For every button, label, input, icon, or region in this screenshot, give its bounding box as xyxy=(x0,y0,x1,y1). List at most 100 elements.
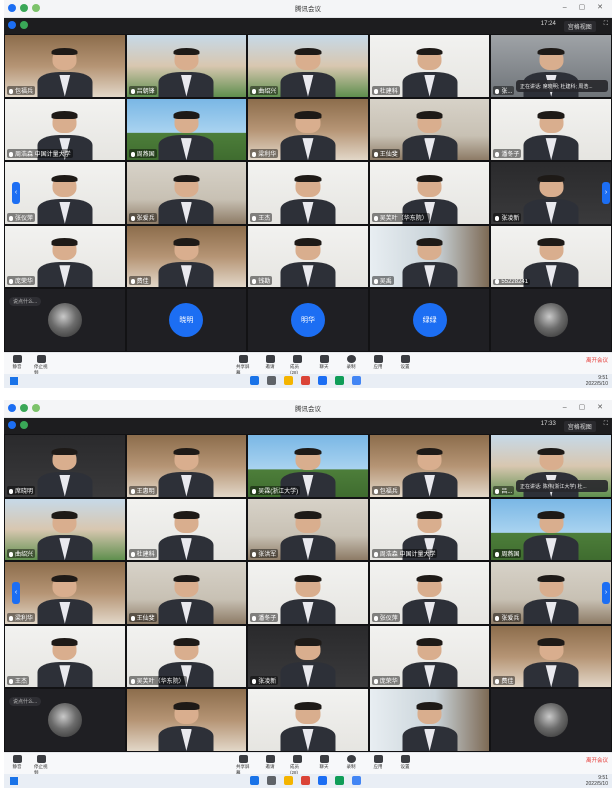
video-tile[interactable]: 王杰 xyxy=(5,625,125,688)
video-tile[interactable]: 吴禹 xyxy=(369,225,490,288)
video-tile[interactable]: 张洪军 xyxy=(248,498,368,561)
video-tile[interactable]: 王杰 xyxy=(248,162,368,224)
video-tile[interactable]: 王仙斐 xyxy=(369,98,490,161)
mute-button[interactable]: 静音 xyxy=(10,755,24,776)
system-tray[interactable]: 9:51 2022/5/10 xyxy=(586,775,608,787)
file-explorer-icon[interactable] xyxy=(284,376,293,385)
video-tile[interactable]: 杜建科 xyxy=(126,498,247,561)
chat-input[interactable]: 说点什么... xyxy=(9,297,42,307)
avatar-tile[interactable] xyxy=(491,689,611,751)
video-tile[interactable] xyxy=(369,689,490,751)
avatar-tile[interactable] xyxy=(491,289,611,351)
app-icon[interactable] xyxy=(335,776,344,785)
start-icon[interactable] xyxy=(10,777,18,785)
video-tile[interactable]: 曲绍兴 xyxy=(5,498,125,561)
video-tile[interactable]: 张爱兵 xyxy=(126,162,247,224)
mute-button[interactable]: 静音 xyxy=(10,355,24,376)
previous-page-button[interactable]: ‹ xyxy=(12,182,20,204)
video-tile[interactable]: 潘冬子 xyxy=(248,562,368,624)
search-icon[interactable] xyxy=(267,776,276,785)
avatar-tile[interactable]: 说点什么... xyxy=(5,289,125,351)
file-explorer-icon[interactable] xyxy=(284,776,293,785)
stop-video-button[interactable]: 停止视频 xyxy=(34,355,48,376)
video-tile[interactable]: 曲绍兴 xyxy=(248,35,368,97)
fullscreen-icon[interactable]: ⛶ xyxy=(604,21,608,32)
invite-button[interactable]: 邀请 xyxy=(263,755,277,776)
app-icon[interactable] xyxy=(335,376,344,385)
video-tile[interactable]: 张爱兵 xyxy=(491,562,611,624)
system-tray[interactable]: 9:51 2022/5/10 xyxy=(586,375,608,387)
next-page-button[interactable]: › xyxy=(602,182,610,204)
video-tile[interactable]: 吴霖(浙江大学) xyxy=(248,435,368,497)
search-icon[interactable] xyxy=(267,376,276,385)
video-tile[interactable]: 吴芙叶（华东院） xyxy=(126,625,247,688)
tencent-meeting-icon[interactable] xyxy=(318,376,327,385)
video-tile[interactable]: 杜建科 xyxy=(369,35,490,97)
apps-button[interactable]: 应用 xyxy=(371,755,385,776)
mail-icon[interactable] xyxy=(352,776,361,785)
apps-button[interactable]: 应用 xyxy=(371,355,385,376)
video-tile[interactable]: 庞荣华 xyxy=(5,225,125,288)
avatar-tile[interactable]: 绿绿 xyxy=(369,289,490,351)
video-tile[interactable]: 张仪萍 xyxy=(5,162,125,224)
window-controls[interactable]: – ▢ ✕ xyxy=(563,403,608,411)
avatar-tile[interactable]: 说点什么... xyxy=(5,689,125,751)
video-tile[interactable]: 梁利华 xyxy=(5,562,125,624)
previous-page-button[interactable]: ‹ xyxy=(12,582,20,604)
share-screen-button[interactable]: 共享屏幕 xyxy=(236,755,250,776)
mail-icon[interactable] xyxy=(352,376,361,385)
video-tile[interactable]: 费佳 xyxy=(491,625,611,688)
avatar-tile[interactable]: 明华 xyxy=(248,289,368,351)
record-button[interactable]: 录制 xyxy=(344,755,358,776)
windows-logo-icon[interactable] xyxy=(250,376,259,385)
chat-button[interactable]: 聊天 xyxy=(317,755,331,776)
leave-meeting-button[interactable]: 离开会议 xyxy=(586,756,608,764)
settings-button[interactable]: 设置 xyxy=(398,355,412,376)
members-button[interactable]: 成员(28) xyxy=(290,355,304,376)
gallery-view-button[interactable]: 宫格视图 xyxy=(563,421,596,432)
next-page-button[interactable]: › xyxy=(602,582,610,604)
video-tile[interactable]: 费佳 xyxy=(126,225,247,288)
video-tile[interactable]: 周燕国 xyxy=(126,98,247,161)
video-tile[interactable]: 张凌新 xyxy=(491,162,611,224)
video-tile[interactable] xyxy=(126,689,247,751)
window-controls[interactable]: – ▢ ✕ xyxy=(563,3,608,11)
video-tile[interactable]: 包福兵 xyxy=(5,35,125,97)
video-tile[interactable]: 王仙斐 xyxy=(126,562,247,624)
invite-button[interactable]: 邀请 xyxy=(263,355,277,376)
chat-button[interactable]: 聊天 xyxy=(317,355,331,376)
video-tile[interactable]: 吕朝锋 xyxy=(126,35,247,97)
browser-icon[interactable] xyxy=(301,376,310,385)
shield-icon[interactable] xyxy=(20,21,28,29)
leave-meeting-button[interactable]: 离开会议 xyxy=(586,356,608,364)
stop-video-button[interactable]: 停止视频 xyxy=(34,755,48,776)
video-tile[interactable]: 潘冬子 xyxy=(491,98,611,161)
tencent-meeting-icon[interactable] xyxy=(318,776,327,785)
info-icon[interactable] xyxy=(8,21,16,29)
windows-logo-icon[interactable] xyxy=(250,776,259,785)
info-icon[interactable] xyxy=(8,421,16,429)
video-tile[interactable]: 周燕国 xyxy=(491,498,611,561)
video-tile[interactable]: 张仪萍 xyxy=(369,562,490,624)
video-tile[interactable]: 包福兵 xyxy=(369,435,490,497)
record-button[interactable]: 录制 xyxy=(344,355,358,376)
settings-button[interactable]: 设置 xyxy=(398,755,412,776)
video-tile[interactable]: 张凌新 xyxy=(248,625,368,688)
video-tile[interactable] xyxy=(248,689,368,751)
members-button[interactable]: 成员(28) xyxy=(290,755,304,776)
video-tile[interactable]: 周浩森 中国计量大学 xyxy=(5,98,125,161)
video-tile[interactable]: 吴芙叶（华东院） xyxy=(369,162,490,224)
fullscreen-icon[interactable]: ⛶ xyxy=(604,421,608,432)
video-tile[interactable]: 梁利华 xyxy=(248,98,368,161)
video-tile[interactable]: 钱勘 xyxy=(248,225,368,288)
video-tile[interactable]: 席晓明 xyxy=(5,435,125,497)
video-tile[interactable]: 庞荣华 xyxy=(369,625,490,688)
video-tile[interactable]: 王惠明 xyxy=(126,435,247,497)
start-icon[interactable] xyxy=(10,377,18,385)
avatar-tile[interactable]: 晓明 xyxy=(126,289,247,351)
video-tile[interactable]: 55228241 xyxy=(491,225,611,288)
gallery-view-button[interactable]: 宫格视图 xyxy=(563,21,596,32)
share-screen-button[interactable]: 共享屏幕 xyxy=(236,355,250,376)
browser-icon[interactable] xyxy=(301,776,310,785)
shield-icon[interactable] xyxy=(20,421,28,429)
